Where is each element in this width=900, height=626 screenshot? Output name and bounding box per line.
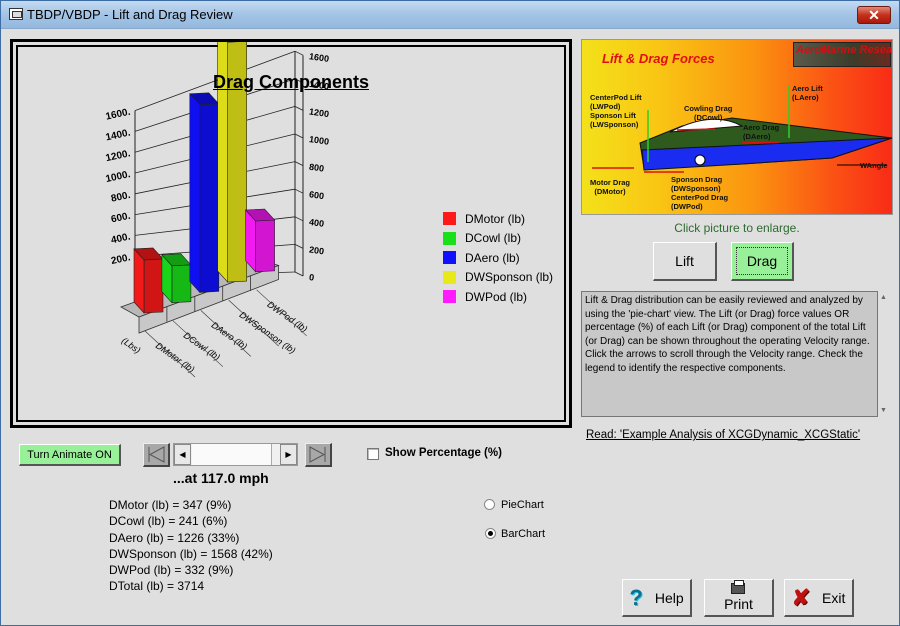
bar-front-face xyxy=(199,103,220,293)
left-tick-label: 1600. xyxy=(105,107,132,123)
aero-drag-arrow xyxy=(741,141,781,144)
legend-item: DAero (lb) xyxy=(443,248,553,268)
gridline xyxy=(294,271,304,277)
close-button[interactable]: ✕ xyxy=(857,6,891,24)
printer-icon xyxy=(731,580,746,594)
drag-button[interactable]: Drag xyxy=(731,242,794,281)
category-label: DAero (lb) xyxy=(210,320,249,352)
help-button[interactable]: ? Help xyxy=(622,579,692,617)
gridline xyxy=(294,161,304,166)
description-text: Lift & Drag distribution can be easily r… xyxy=(581,291,878,417)
show-percentage-label: Show Percentage (%) xyxy=(385,447,502,459)
drag-value-line: DWPod (lb) = 332 (9%) xyxy=(109,563,234,578)
barchart-radio[interactable] xyxy=(485,528,496,539)
category-label: DMotor (lb) xyxy=(154,340,197,374)
chart-title: Drag Components xyxy=(212,72,369,92)
gridline xyxy=(294,106,304,111)
scroll-up-icon[interactable]: ▲ xyxy=(880,294,887,301)
gridline xyxy=(294,244,304,249)
right-tick-label: 1000 xyxy=(308,134,329,147)
window-title: TBDP/VBDP - Lift and Drag Review xyxy=(27,7,233,22)
app-window: TBDP/VBDP - Lift and Drag Review ✕ 200. 4… xyxy=(0,0,900,626)
scroll-down-icon[interactable]: ▼ xyxy=(880,407,887,414)
lift-button[interactable]: Lift xyxy=(653,242,717,281)
window-icon xyxy=(9,8,23,20)
bar-front-face xyxy=(255,219,275,273)
drag-value-line: DMotor (lb) = 347 (9%) xyxy=(109,498,232,512)
title-bar: TBDP/VBDP - Lift and Drag Review ✕ xyxy=(1,1,899,29)
chart-legend: DMotor (lb) DCowl (lb) DAero (lb) DWSponson… xyxy=(443,209,553,307)
bar-front-face xyxy=(171,264,192,304)
y-axis-unit-label: (Lbs) xyxy=(120,335,143,355)
bar-side-face xyxy=(189,93,201,294)
left-tick-label: 1400. xyxy=(105,127,132,143)
legend-label: DMotor (lb) xyxy=(465,211,526,226)
animate-button[interactable]: Turn Animate ON xyxy=(19,444,121,466)
description-scrollbar[interactable]: ▲ ▼ xyxy=(878,291,890,417)
gridline xyxy=(294,188,304,194)
legend-label: DCowl (lb) xyxy=(465,231,522,246)
left-tick-label: 800. xyxy=(110,190,132,205)
left-tick-label: 1000. xyxy=(105,169,132,185)
right-tick-label: 0 xyxy=(308,272,314,283)
legend-swatch xyxy=(443,251,456,265)
legend-item: DWPod (lb) xyxy=(443,287,553,307)
left-tick-label: 200. xyxy=(110,252,132,267)
legend-label: DWPod (lb) xyxy=(465,289,528,304)
left-tick-label: 600. xyxy=(110,211,132,226)
right-tick-label: 200 xyxy=(308,244,324,256)
enlarge-hint: Click picture to enlarge. xyxy=(674,221,800,235)
drag-value-line: DWSponson (lb) = 1568 (42%) xyxy=(109,546,273,561)
gridline xyxy=(294,133,304,139)
right-tick-label: 800 xyxy=(308,162,324,174)
drag-value-line: DCowl (lb) = 241 (6%) xyxy=(109,514,228,529)
bar-front-face xyxy=(143,258,164,314)
right-tick-label: 1600 xyxy=(308,51,329,64)
scroll-right-icon[interactable]: ▶ xyxy=(280,444,297,465)
piechart-label: PieChart xyxy=(501,499,544,511)
barchart-label: BarChart xyxy=(501,528,546,540)
left-tick-label: 1200. xyxy=(105,148,132,164)
last-velocity-button[interactable] xyxy=(305,443,332,467)
velocity-scroll-thumb[interactable] xyxy=(192,444,272,465)
first-velocity-button[interactable] xyxy=(143,443,170,467)
skip-first-icon xyxy=(148,446,165,463)
print-button[interactable]: Print xyxy=(704,579,774,617)
cg-marker xyxy=(694,154,706,166)
cowl-drag-arrow xyxy=(676,128,716,131)
legend-label: DWSponson (lb) xyxy=(465,270,554,285)
exit-x-icon: ✘ xyxy=(791,584,811,610)
legend-label: DAero (lb) xyxy=(465,250,520,265)
example-analysis-link[interactable]: Read: 'Example Analysis of XCGDynamic_XC… xyxy=(586,429,860,441)
legend-item: DWSponson (lb) xyxy=(443,268,553,288)
left-tick-label: 400. xyxy=(110,231,132,246)
legend-swatch xyxy=(443,231,456,245)
piechart-radio[interactable] xyxy=(484,499,495,510)
chart-panel: 200. 400. 600. 800. 1000. 1200. 1400. 1600. 0 200… xyxy=(10,39,572,428)
help-icon: ? xyxy=(629,584,643,610)
gridline xyxy=(294,50,304,56)
velocity-scrollbar[interactable]: ◀ ▶ xyxy=(173,443,298,466)
velocity-readout: ...at 117.0 mph xyxy=(173,470,269,486)
gridline xyxy=(294,216,304,222)
drag-values-list: DMotor (lb) = 347 (9%) DCowl (lb) = 241 (… xyxy=(109,497,273,595)
legend-swatch xyxy=(443,290,456,304)
legend-item: DMotor (lb) xyxy=(443,209,553,229)
right-tick-label: 600 xyxy=(308,189,324,201)
drag-value-line: DAero (lb) = 1226 (33%) xyxy=(109,530,240,545)
right-tick-label: 400 xyxy=(308,217,324,229)
category-label: DCowl (lb) xyxy=(182,330,222,362)
exit-button[interactable]: ✘ Exit xyxy=(784,579,854,617)
drag-value-line: DTotal (lb) = 3714 xyxy=(109,579,205,594)
right-tick-label: 1200 xyxy=(308,106,329,119)
skip-last-icon xyxy=(309,446,326,463)
lift-drag-diagram[interactable]: Lift & Drag Forces AeroMarine Research C… xyxy=(581,39,893,215)
show-percentage-checkbox[interactable] xyxy=(367,448,379,460)
legend-swatch xyxy=(443,270,456,284)
legend-item: DCowl (lb) xyxy=(443,229,553,249)
legend-swatch xyxy=(443,212,456,226)
scroll-left-icon[interactable]: ◀ xyxy=(174,444,191,465)
